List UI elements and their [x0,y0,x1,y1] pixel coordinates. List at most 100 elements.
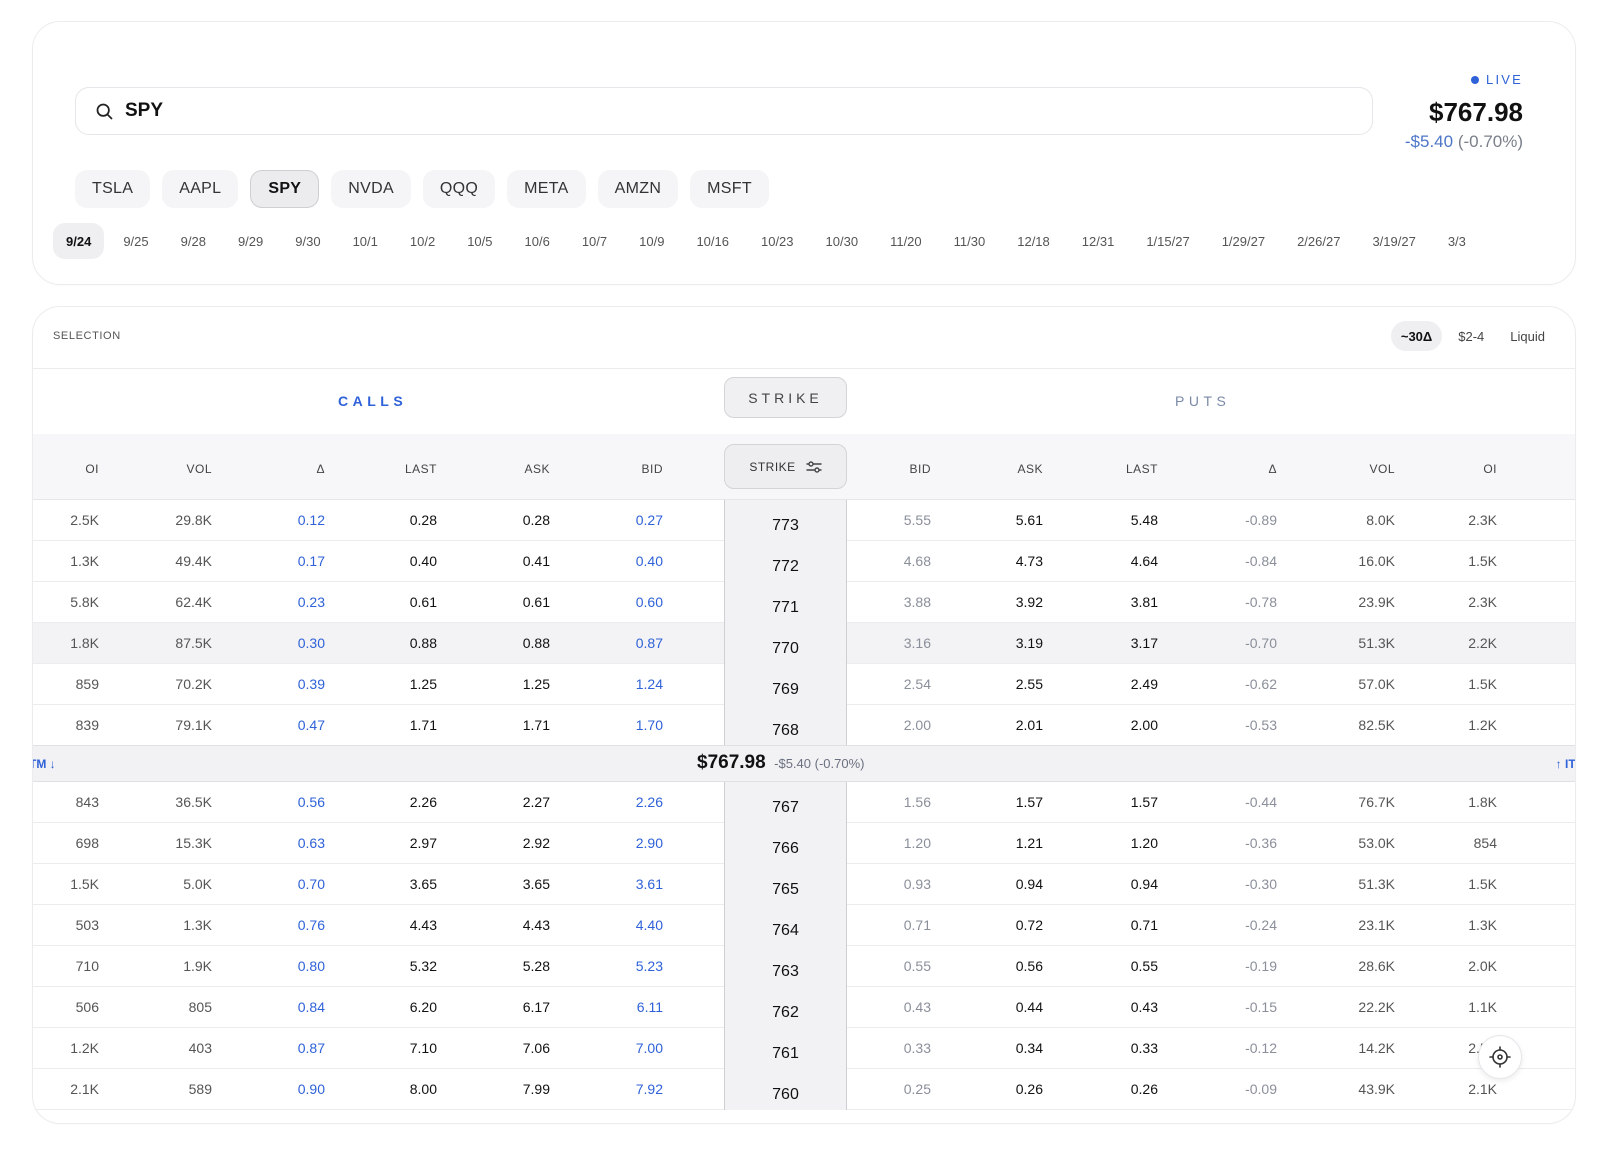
put-bid[interactable]: 2.54 [904,664,931,705]
put-vol[interactable]: 23.9K [1358,582,1395,623]
ticker-chip-tsla[interactable]: TSLA [75,170,151,208]
call-last[interactable]: 2.26 [410,782,437,823]
call-last[interactable]: 3.65 [410,864,437,905]
call-delta[interactable]: 0.87 [298,1028,325,1069]
expiration-date[interactable]: 12/31 [1069,223,1128,259]
expiration-date[interactable]: 3/3 [1435,223,1479,259]
put-vol[interactable]: 51.3K [1358,623,1395,664]
call-ask[interactable]: 4.43 [523,905,550,946]
expiration-date[interactable]: 3/19/27 [1359,223,1428,259]
put-last[interactable]: 1.20 [1131,823,1158,864]
put-bid[interactable]: 0.25 [904,1069,931,1110]
call-bid[interactable]: 3.61 [636,864,663,905]
chain-row-760[interactable]: 2.1K 589 0.90 8.00 7.99 7.92 760 0.25 0.26 0.26 -0… [33,1069,1575,1110]
chain-row-768[interactable]: 839 79.1K 0.47 1.71 1.71 1.70 768 2.00 2.01 2.00 -… [33,705,1575,746]
put-delta[interactable]: -0.19 [1245,946,1277,987]
call-oi[interactable]: 506 [76,987,99,1028]
call-ask[interactable]: 2.27 [523,782,550,823]
call-vol[interactable]: 70.2K [175,664,212,705]
call-vol[interactable]: 5.0K [183,864,212,905]
call-vol[interactable]: 1.9K [183,946,212,987]
put-ask[interactable]: 0.44 [1016,987,1043,1028]
call-oi[interactable]: 1.3K [70,541,99,582]
call-ask[interactable]: 0.28 [523,500,550,541]
call-last[interactable]: 2.97 [410,823,437,864]
call-delta[interactable]: 0.30 [298,623,325,664]
call-ask[interactable]: 0.41 [523,541,550,582]
call-bid[interactable]: 0.40 [636,541,663,582]
put-vol[interactable]: 43.9K [1358,1069,1395,1110]
call-delta[interactable]: 0.56 [298,782,325,823]
call-ask[interactable]: 1.25 [523,664,550,705]
put-oi[interactable]: 2.0K [1468,946,1497,987]
put-delta[interactable]: -0.15 [1245,987,1277,1028]
call-vol[interactable]: 805 [189,987,212,1028]
put-delta[interactable]: -0.89 [1245,500,1277,541]
call-last[interactable]: 6.20 [410,987,437,1028]
put-last[interactable]: 3.17 [1131,623,1158,664]
call-vol[interactable]: 87.5K [175,623,212,664]
call-delta[interactable]: 0.63 [298,823,325,864]
put-oi[interactable]: 1.8K [1468,782,1497,823]
chain-row-771[interactable]: 5.8K 62.4K 0.23 0.61 0.61 0.60 771 3.88 3.92 3.81… [33,582,1575,623]
call-bid[interactable]: 0.60 [636,582,663,623]
put-ask[interactable]: 0.72 [1016,905,1043,946]
expiration-date[interactable]: 1/29/27 [1209,223,1278,259]
put-delta[interactable]: -0.30 [1245,864,1277,905]
call-last[interactable]: 1.25 [410,664,437,705]
put-bid[interactable]: 2.00 [904,705,931,746]
call-delta[interactable]: 0.80 [298,946,325,987]
call-ask[interactable]: 7.06 [523,1028,550,1069]
put-delta[interactable]: -0.53 [1245,705,1277,746]
put-ask[interactable]: 4.73 [1016,541,1043,582]
call-vol[interactable]: 79.1K [175,705,212,746]
call-oi[interactable]: 710 [76,946,99,987]
call-last[interactable]: 8.00 [410,1069,437,1110]
put-last[interactable]: 0.43 [1131,987,1158,1028]
ticker-chip-meta[interactable]: META [507,170,586,208]
chain-row-767[interactable]: 843 36.5K 0.56 2.26 2.27 2.26 767 1.56 1.57 1.57 -… [33,782,1575,823]
put-bid[interactable]: 0.93 [904,864,931,905]
expiration-date[interactable]: 1/15/27 [1133,223,1202,259]
put-oi[interactable]: 2.2K [1468,623,1497,664]
call-delta[interactable]: 0.47 [298,705,325,746]
strike-column-header[interactable]: STRIKE [724,444,847,489]
put-last[interactable]: 1.57 [1131,782,1158,823]
expiration-date[interactable]: 11/30 [941,223,999,259]
put-oi[interactable]: 1.2K [1468,705,1497,746]
put-ask[interactable]: 2.01 [1016,705,1043,746]
call-oi[interactable]: 5.8K [70,582,99,623]
put-vol[interactable]: 14.2K [1358,1028,1395,1069]
chain-row-770[interactable]: 1.8K 87.5K 0.30 0.88 0.88 0.87 770 3.16 3.19 3.17… [33,623,1575,664]
call-oi[interactable]: 698 [76,823,99,864]
call-bid[interactable]: 2.90 [636,823,663,864]
call-last[interactable]: 0.40 [410,541,437,582]
put-vol[interactable]: 53.0K [1358,823,1395,864]
chain-row-773[interactable]: 2.5K 29.8K 0.12 0.28 0.28 0.27 773 5.55 5.61 5.48… [33,500,1575,541]
put-last[interactable]: 0.33 [1131,1028,1158,1069]
put-last[interactable]: 3.81 [1131,582,1158,623]
call-delta[interactable]: 0.17 [298,541,325,582]
call-vol[interactable]: 15.3K [175,823,212,864]
call-ask[interactable]: 0.61 [523,582,550,623]
call-delta[interactable]: 0.23 [298,582,325,623]
put-last[interactable]: 2.49 [1131,664,1158,705]
strike-header-button[interactable]: STRIKE [724,377,847,418]
call-bid[interactable]: 2.26 [636,782,663,823]
put-bid[interactable]: 0.33 [904,1028,931,1069]
call-oi[interactable]: 1.5K [70,864,99,905]
put-delta[interactable]: -0.24 [1245,905,1277,946]
put-ask[interactable]: 2.55 [1016,664,1043,705]
put-vol[interactable]: 28.6K [1358,946,1395,987]
ticker-chip-msft[interactable]: MSFT [690,170,769,208]
chain-row-765[interactable]: 1.5K 5.0K 0.70 3.65 3.65 3.61 765 0.93 0.94 0.94 -… [33,864,1575,905]
put-ask[interactable]: 0.56 [1016,946,1043,987]
expiration-date[interactable]: 9/28 [168,223,219,259]
put-delta[interactable]: -0.70 [1245,623,1277,664]
ticker-chip-spy[interactable]: SPY [250,170,320,208]
put-delta[interactable]: -0.12 [1245,1028,1277,1069]
expiration-date[interactable]: 11/20 [877,223,935,259]
expiration-date[interactable]: 9/25 [110,223,161,259]
put-ask[interactable]: 3.19 [1016,623,1043,664]
call-oi[interactable]: 859 [76,664,99,705]
